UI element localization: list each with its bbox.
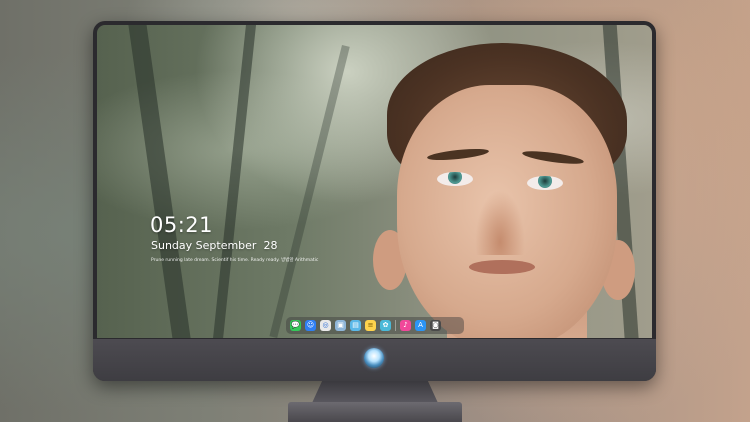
clapperboard-icon[interactable]: ▤ — [350, 320, 361, 331]
photos-icon[interactable]: ✿ — [380, 320, 391, 331]
finder-icon[interactable]: ☺ — [305, 320, 316, 331]
monitor: 05:21 Sunday September 28 Prune running … — [93, 21, 656, 381]
brand-logo-icon — [364, 348, 384, 368]
chat-bubble-icon[interactable]: 💬 — [290, 320, 301, 331]
app-store-icon[interactable]: A — [415, 320, 426, 331]
clock-quote: Prune running late dream. Scientif his t… — [151, 258, 319, 263]
music-note-icon[interactable]: ♪ — [400, 320, 411, 331]
monitor-stand-neck — [312, 381, 438, 403]
wallpaper-person-eye — [437, 172, 473, 186]
wallpaper-person-eye — [527, 176, 563, 190]
notes-icon[interactable]: ≡ — [365, 320, 376, 331]
monitor-stand-base — [288, 402, 462, 422]
monitor-chin — [93, 339, 656, 381]
camera-icon[interactable]: ◙ — [430, 320, 441, 331]
wallpaper-person-nose — [475, 190, 525, 255]
compass-icon[interactable]: ◎ — [320, 320, 331, 331]
desktop-screen: 05:21 Sunday September 28 Prune running … — [97, 25, 652, 338]
preview-icon[interactable]: ▣ — [335, 320, 346, 331]
clock-date: Sunday September 28 — [151, 239, 278, 252]
dock-separator — [395, 320, 396, 331]
wallpaper-person-mouth — [469, 260, 535, 274]
clock-time: 05:21 — [150, 213, 214, 237]
dock: 💬 ☺ ◎ ▣ ▤ ≡ ✿ ♪ A ◙ — [286, 317, 464, 334]
